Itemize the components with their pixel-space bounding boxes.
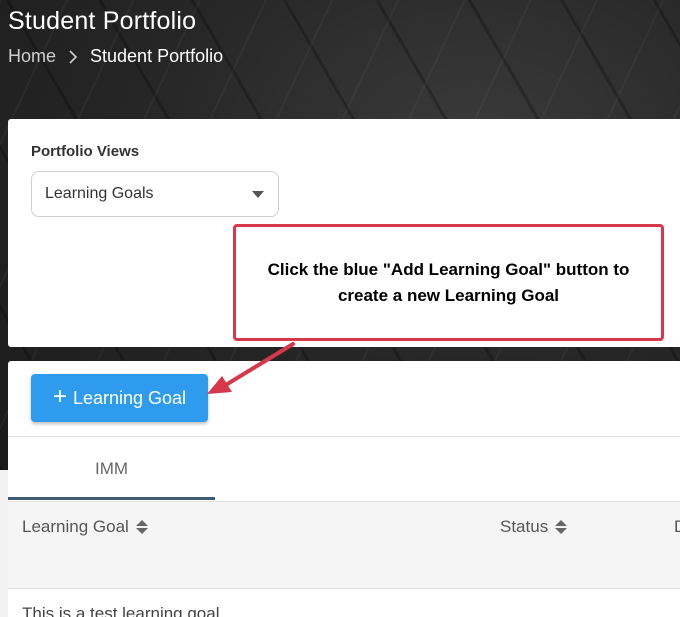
tutorial-callout-text: Click the blue "Add Learning Goal" butto… (267, 259, 630, 305)
portfolio-views-selected-value: Learning Goals (45, 185, 154, 202)
column-header-learning-goal-label: Learning Goal (22, 517, 129, 536)
sort-icon (135, 520, 148, 534)
table-header: Learning Goal Status D (8, 501, 680, 589)
add-learning-goal-button[interactable]: + Learning Goal (31, 374, 208, 422)
portfolio-views-label: Portfolio Views (31, 143, 140, 160)
breadcrumb-home-link[interactable]: Home (8, 46, 56, 67)
tab-imm[interactable]: IMM (8, 437, 215, 500)
column-header-status-label: Status (500, 517, 549, 536)
chevron-right-icon (56, 49, 90, 64)
breadcrumb: Home Student Portfolio (8, 46, 223, 67)
table-row[interactable]: This is a test learning goal (22, 604, 220, 617)
portfolio-views-select[interactable]: Learning Goals (31, 171, 279, 217)
add-learning-goal-label: Learning Goal (72, 387, 187, 408)
caret-down-icon (252, 191, 264, 198)
column-header-learning-goal[interactable]: Learning Goal (22, 517, 148, 537)
tutorial-callout: Click the blue "Add Learning Goal" butto… (233, 224, 664, 341)
column-header-d-label: D (674, 517, 680, 537)
learning-goals-card: + Learning Goal IMM Learning Goal Status… (8, 361, 680, 617)
column-header-d[interactable]: D (674, 517, 680, 537)
plus-icon: + (52, 383, 67, 410)
breadcrumb-current: Student Portfolio (90, 46, 224, 66)
sort-icon (555, 520, 568, 534)
page-title: Student Portfolio (8, 7, 197, 35)
active-tab-indicator (8, 497, 215, 500)
column-header-status[interactable]: Status (500, 517, 568, 537)
